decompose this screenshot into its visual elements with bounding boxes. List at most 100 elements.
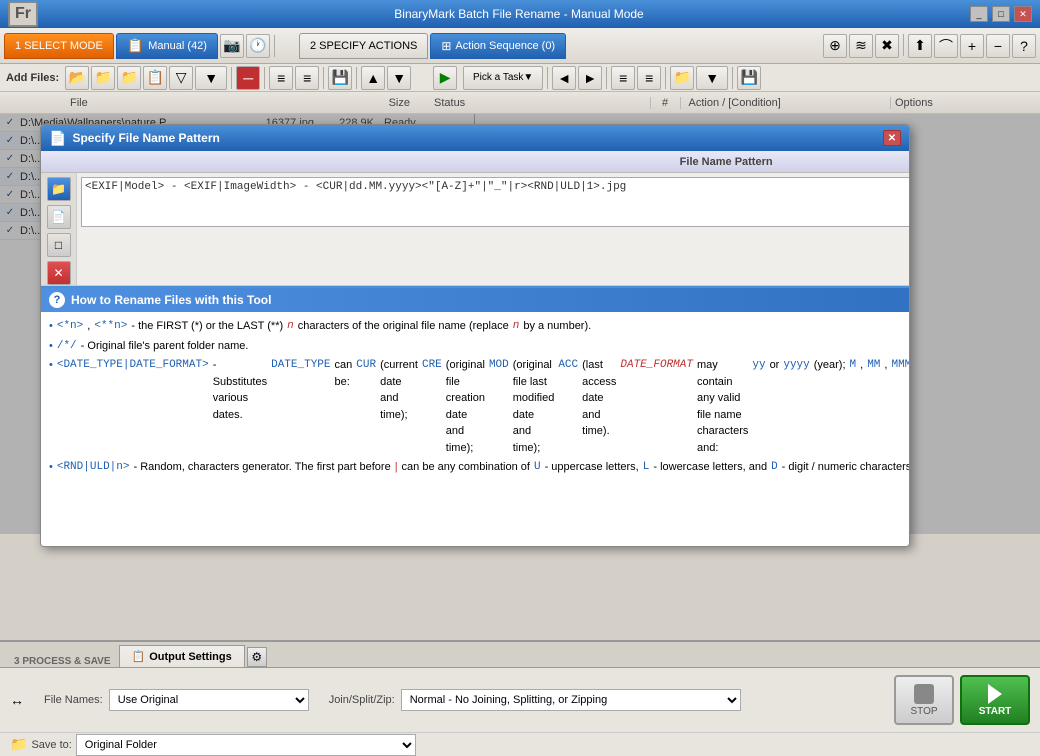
dialog-overlay: 📄 Specify File Name Pattern ✕ File Name … [0, 114, 1040, 534]
col-header-status: Status [424, 97, 636, 109]
sort-icon2: ≡ [303, 70, 311, 86]
pattern-input[interactable]: <EXIF|Model> - <EXIF|ImageWidth> - <CUR|… [81, 177, 910, 227]
join-split-field: Join/Split/Zip: Normal - No Joining, Spl… [329, 689, 741, 711]
save-to-label: Save to: [31, 739, 71, 751]
wave-icon-btn[interactable]: ≋ [849, 34, 873, 58]
sort-btn2[interactable]: ≡ [295, 66, 319, 90]
arrow-up-icon-btn[interactable]: ⬆ [908, 34, 932, 58]
tab-select-mode-label: 1 SELECT MODE [15, 40, 103, 52]
start-label: START [979, 706, 1012, 717]
tab-output-settings[interactable]: 📋 Output Settings [119, 645, 245, 667]
add-files-sep4 [356, 67, 357, 89]
add-files-sep3 [323, 67, 324, 89]
close-button[interactable]: ✕ [1014, 6, 1032, 22]
col-header-options: Options [890, 97, 1040, 109]
pattern-folder-icon-btn[interactable]: 📁 [47, 177, 71, 201]
floppy-icon: 💾 [331, 69, 348, 86]
save-list-btn[interactable]: 💾 [328, 66, 352, 90]
dialog-title-bar: 📄 Specify File Name Pattern ✕ [41, 125, 909, 151]
clear-icon: ✕ [53, 266, 63, 280]
file-names-field-icon: ↔ [10, 692, 24, 708]
toolbar-row1: 1 SELECT MODE 📋 Manual (42) 📷 🕐 2 SPECIF… [0, 28, 1040, 64]
action-more-icon: ▼ [705, 70, 719, 86]
dialog-close-icon: ✕ [888, 133, 896, 144]
remove-btn[interactable]: ─ [236, 66, 260, 90]
add-sub-btn[interactable]: 📁 [117, 66, 141, 90]
save-to-select[interactable]: Original Folder [76, 734, 416, 756]
fwd-icon: ► [583, 70, 597, 86]
files-icon: 📁 [94, 69, 111, 86]
toolbar-separator2 [903, 34, 904, 56]
run-icon: ▶ [440, 69, 451, 86]
dialog-close-button[interactable]: ✕ [883, 130, 901, 146]
help-title: ? How to Rename Files with this Tool [41, 288, 910, 312]
remove-icon: ─ [243, 70, 253, 86]
add-folder-btn[interactable]: 📂 [65, 66, 89, 90]
move-up-icon: ▲ [366, 70, 380, 86]
help-title-text: How to Rename Files with this Tool [71, 291, 271, 309]
file-names-select[interactable]: Use Original [109, 689, 309, 711]
action-sep4 [732, 67, 733, 89]
folder-open-icon: 📂 [68, 69, 85, 86]
add-files-sep2 [264, 67, 265, 89]
pattern-empty-icon-btn[interactable]: □ [47, 233, 71, 257]
stop-button[interactable]: STOP [894, 675, 954, 725]
action-lines2-btn[interactable]: ≡ [637, 66, 661, 90]
tab-action-sequence[interactable]: ⊞ Action Sequence (0) [430, 33, 566, 59]
pick-task-btn[interactable]: Pick a Task ▼ [463, 66, 543, 90]
help-text: <*n>, <**n> - the FIRST (*) or the LAST … [49, 318, 910, 476]
title-bar: Fr BinaryMark Batch File Rename - Manual… [0, 0, 1040, 28]
antenna-icon-btn[interactable]: ⌒ [934, 34, 958, 58]
gear-icon: ⚙ [251, 650, 262, 664]
file-doc-icon: 📄 [51, 210, 66, 224]
pattern-clear-icon-btn[interactable]: ✕ [47, 261, 71, 285]
filter-dropdown-icon: ▼ [204, 70, 218, 86]
file-names-field: File Names: Use Original [44, 689, 309, 711]
dialog-body: File Name Pattern 📁 📄 □ [41, 151, 909, 546]
gear-settings-btn[interactable]: ⚙ [247, 647, 267, 667]
action-folder-btn[interactable]: 📁 [670, 66, 694, 90]
plus-icon-btn[interactable]: + [960, 34, 984, 58]
pattern-area: 📁 📄 □ ✕ [41, 173, 910, 286]
camera-icon-btn[interactable]: 📷 [220, 34, 244, 58]
cross-icon: ✖ [881, 37, 893, 54]
minus-icon-btn[interactable]: − [986, 34, 1010, 58]
start-button[interactable]: START [960, 675, 1030, 725]
filter-btn[interactable]: ▽ [169, 66, 193, 90]
folder-icon: 📁 [51, 182, 66, 196]
back-icon: ◄ [557, 70, 571, 86]
action-sep1 [547, 67, 548, 89]
col-header-filename: File [20, 97, 320, 109]
cross-icon-btn[interactable]: ✖ [875, 34, 899, 58]
filter-dropdown-btn[interactable]: ▼ [195, 66, 227, 90]
tab-select-mode[interactable]: 1 SELECT MODE [4, 33, 114, 59]
add-list-btn[interactable]: 📋 [143, 66, 167, 90]
action-more-btn[interactable]: ▼ [696, 66, 728, 90]
question-icon-btn[interactable]: ? [1012, 34, 1036, 58]
help-icon: ? [49, 292, 65, 308]
bottom-section: 3 PROCESS & SAVE 📋 Output Settings ⚙ ↔ F… [0, 640, 1040, 730]
pattern-file-icon-btn[interactable]: 📄 [47, 205, 71, 229]
add-files-btn[interactable]: 📁 [91, 66, 115, 90]
action-sep2 [606, 67, 607, 89]
col-header-hash: # [650, 97, 680, 109]
sort-btn1[interactable]: ≡ [269, 66, 293, 90]
tab-manual[interactable]: 📋 Manual (42) [116, 33, 218, 59]
move-down-btn[interactable]: ▼ [387, 66, 411, 90]
antenna-icon: ⌒ [939, 36, 953, 56]
join-split-select[interactable]: Normal - No Joining, Splitting, or Zippi… [401, 689, 741, 711]
arrow-up-icon: ⬆ [914, 37, 926, 54]
action-fwd-btn[interactable]: ► [578, 66, 602, 90]
maximize-button[interactable]: □ [992, 6, 1010, 22]
move-up-btn[interactable]: ▲ [361, 66, 385, 90]
action-sep3 [665, 67, 666, 89]
action-save-btn[interactable]: 💾 [737, 66, 761, 90]
clock-icon-btn[interactable]: 🕐 [246, 34, 270, 58]
action-back-btn[interactable]: ◄ [552, 66, 576, 90]
action-lines-btn[interactable]: ≡ [611, 66, 635, 90]
globe-icon-btn[interactable]: ⊕ [823, 34, 847, 58]
tab-specify-actions[interactable]: 2 SPECIFY ACTIONS [299, 33, 428, 59]
lines2-icon: ≡ [645, 70, 653, 86]
action-run-btn[interactable]: ▶ [433, 66, 457, 90]
minimize-button[interactable]: _ [970, 6, 988, 22]
